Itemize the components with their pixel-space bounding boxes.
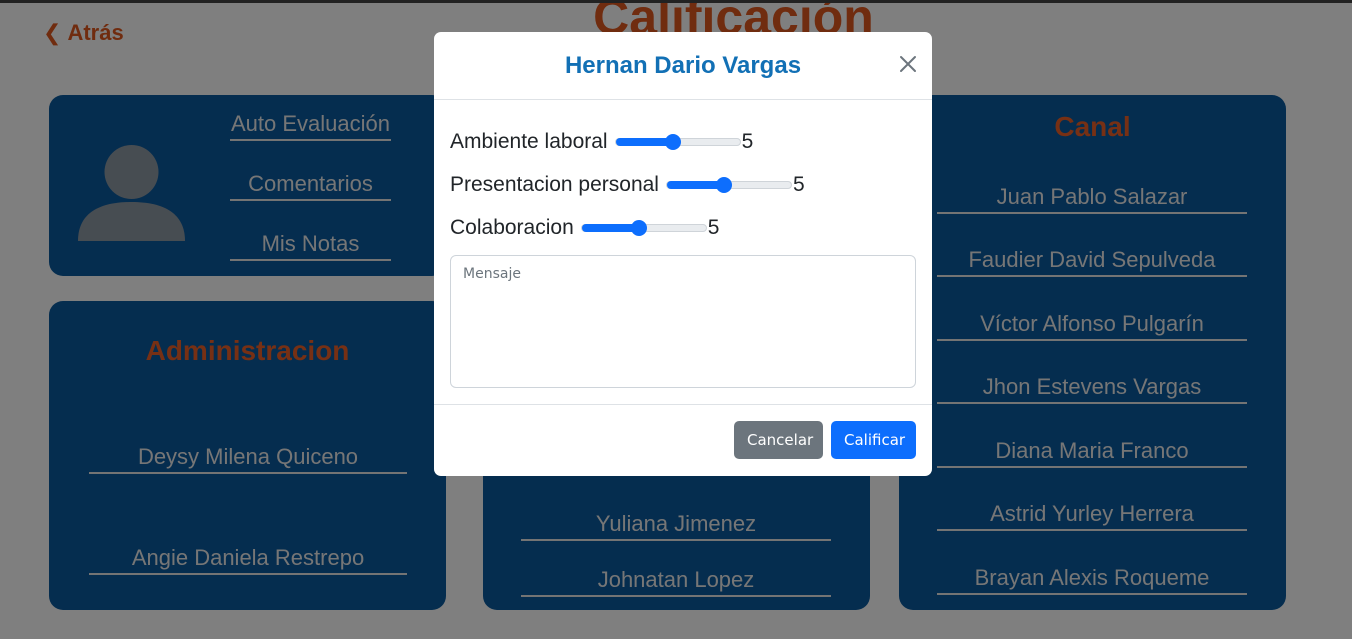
modal-footer: Cancelar Calificar: [434, 405, 932, 476]
criterion-label: Ambiente laboral: [450, 130, 608, 153]
modal-header: Hernan Dario Vargas: [434, 32, 932, 100]
submit-button[interactable]: Calificar: [831, 421, 916, 459]
criterion-value: 5: [741, 130, 754, 153]
cancel-button[interactable]: Cancelar: [734, 421, 823, 459]
criterion-slider[interactable]: [614, 134, 741, 150]
criterion-value: 5: [707, 216, 720, 239]
criterion-value: 5: [792, 173, 805, 196]
message-textarea[interactable]: [450, 255, 916, 388]
slider-thumb[interactable]: [630, 220, 647, 236]
criterion-slider[interactable]: [580, 220, 707, 236]
top-border: [0, 0, 1352, 3]
criterion-label: Colaboracion: [450, 216, 574, 239]
rating-modal: Hernan Dario Vargas Ambiente laboral 5 P…: [434, 32, 932, 476]
criterion-row: Presentacion personal 5: [450, 170, 805, 200]
modal-title: Hernan Dario Vargas: [564, 52, 802, 79]
slider-thumb[interactable]: [664, 134, 681, 150]
criterion-row: Ambiente laboral 5: [450, 127, 753, 157]
modal-body: Ambiente laboral 5 Presentacion personal…: [434, 100, 932, 405]
close-icon[interactable]: [898, 54, 918, 74]
criterion-slider[interactable]: [665, 177, 792, 193]
criterion-label: Presentacion personal: [450, 173, 659, 196]
slider-thumb[interactable]: [716, 177, 732, 193]
criterion-row: Colaboracion 5: [450, 213, 719, 243]
